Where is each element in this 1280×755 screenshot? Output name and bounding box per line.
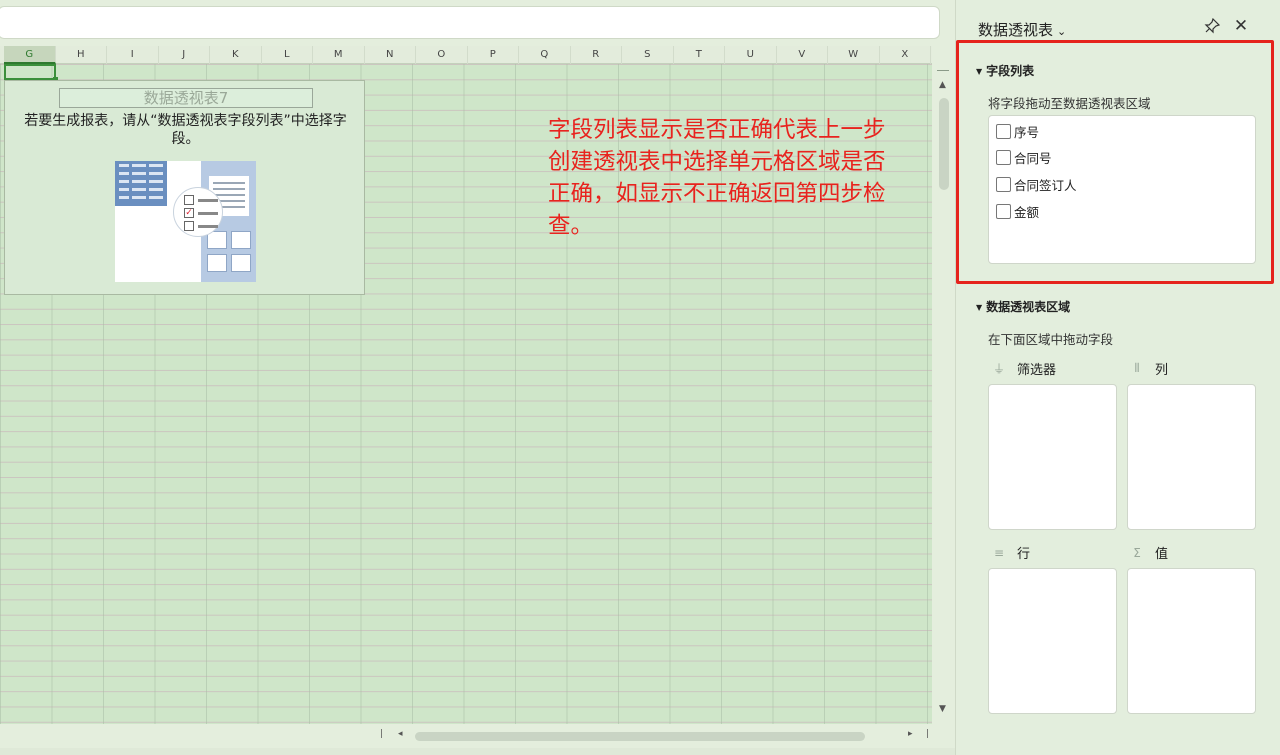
formula-input[interactable] — [0, 6, 940, 39]
columns-icon: ⦀ — [1134, 361, 1140, 375]
column-header[interactable]: O — [416, 46, 468, 64]
column-header[interactable]: N — [365, 46, 416, 64]
filter-area-label: ⏚ 筛选器 — [993, 362, 1057, 378]
rows-area-label: ≡ 行 — [993, 545, 1031, 563]
table-graphic — [115, 161, 167, 206]
field-checkbox[interactable] — [996, 123, 1011, 139]
column-header[interactable]: W — [828, 46, 880, 64]
pivot-table-message: 若要生成报表，请从“数据透视表字段列表”中选择字段。 — [24, 113, 347, 147]
panel-title: 数据透视表 — [978, 21, 1054, 39]
checklist-graphic: ✓ — [173, 187, 223, 237]
values-drop-zone[interactable] — [1127, 568, 1256, 714]
rows-icon: ≡ — [993, 545, 1005, 560]
field-list-header[interactable]: ▼ 字段列表 — [976, 62, 1034, 79]
column-header[interactable]: H — [56, 46, 107, 64]
vertical-scrollbar[interactable]: ▲ ▼ — [932, 64, 955, 724]
field-checkbox[interactable] — [996, 203, 1011, 219]
field-item[interactable]: 金额 — [996, 202, 1039, 220]
active-cell[interactable] — [4, 64, 56, 80]
vertical-scroll-thumb[interactable] — [939, 98, 949, 190]
column-header[interactable]: U — [725, 46, 777, 64]
field-item[interactable]: 合同签订人 — [996, 175, 1077, 193]
close-icon[interactable]: ✕ — [1232, 17, 1250, 35]
field-list: 序号 合同号 合同签订人 金额 — [988, 115, 1256, 264]
scroll-left-icon[interactable]: ◂ — [398, 729, 403, 739]
filter-icon: ⏚ — [993, 362, 1006, 376]
columns-area-label: ⦀ 列 — [1131, 359, 1168, 378]
field-checkbox[interactable] — [996, 149, 1011, 165]
scroll-up-icon[interactable]: ▲ — [939, 80, 946, 90]
sigma-icon: Σ — [1133, 545, 1141, 560]
column-header[interactable]: L — [262, 46, 313, 64]
column-header[interactable]: S — [622, 46, 674, 64]
pivot-areas-header[interactable]: ▼ 数据透视表区域 — [976, 298, 1070, 315]
column-header[interactable]: P — [468, 46, 519, 64]
formula-bar-area — [0, 0, 955, 46]
column-header[interactable]: J — [159, 46, 210, 64]
column-header[interactable]: M — [313, 46, 365, 64]
scroll-down-icon[interactable]: ▼ — [939, 704, 946, 714]
pivot-table-panel: 数据透视表 ⌄ ✕ ▼ 字段列表 将字段拖动至数据透视表区域 序号 合同号 合同签订… — [955, 0, 1280, 755]
column-header[interactable]: I — [107, 46, 159, 64]
column-header[interactable]: K — [210, 46, 262, 64]
field-checkbox[interactable] — [996, 176, 1011, 192]
field-item[interactable]: 序号 — [996, 122, 1039, 140]
column-header[interactable]: T — [674, 46, 725, 64]
pivot-illustration-icon: ✓ — [115, 161, 256, 282]
pivot-areas-subtitle: 在下面区域中拖动字段 — [988, 332, 1114, 347]
scroll-right-icon[interactable]: ▸ — [908, 729, 913, 739]
column-header[interactable]: G — [4, 46, 56, 64]
column-header[interactable]: R — [571, 46, 622, 64]
collapse-triangle-icon: ▼ — [976, 67, 983, 76]
column-header[interactable]: Q — [519, 46, 571, 64]
pin-icon[interactable] — [1203, 17, 1221, 36]
annotation-text: 字段列表显示是否正确代表上一步创建透视表中选择单元格区域是否正确，如显示不正确返… — [548, 117, 886, 239]
column-header[interactable]: X — [880, 46, 931, 64]
panel-title-dropdown[interactable]: 数据透视表 ⌄ — [978, 19, 1066, 40]
collapse-triangle-icon: ▼ — [976, 303, 983, 312]
horizontal-scroll-thumb[interactable] — [415, 732, 865, 741]
horizontal-scrollbar[interactable]: | ◂ ▸ | — [0, 724, 955, 748]
column-header[interactable]: V — [777, 46, 828, 64]
field-item[interactable]: 合同号 — [996, 148, 1052, 166]
chevron-down-icon: ⌄ — [1057, 25, 1067, 38]
field-list-subtitle: 将字段拖动至数据透视表区域 — [988, 96, 1151, 111]
columns-drop-zone[interactable] — [1127, 384, 1256, 530]
column-header-row: G H I J K L M N O P Q R S T U V W X — [0, 46, 932, 64]
pivot-table-title: 数据透视表7 — [59, 88, 313, 108]
rows-drop-zone[interactable] — [988, 568, 1117, 714]
pivot-table-placeholder[interactable]: 数据透视表7 若要生成报表，请从“数据透视表字段列表”中选择字段。 ✓ — [4, 80, 365, 295]
values-area-label: Σ值 — [1131, 543, 1168, 563]
filter-drop-zone[interactable] — [988, 384, 1117, 530]
